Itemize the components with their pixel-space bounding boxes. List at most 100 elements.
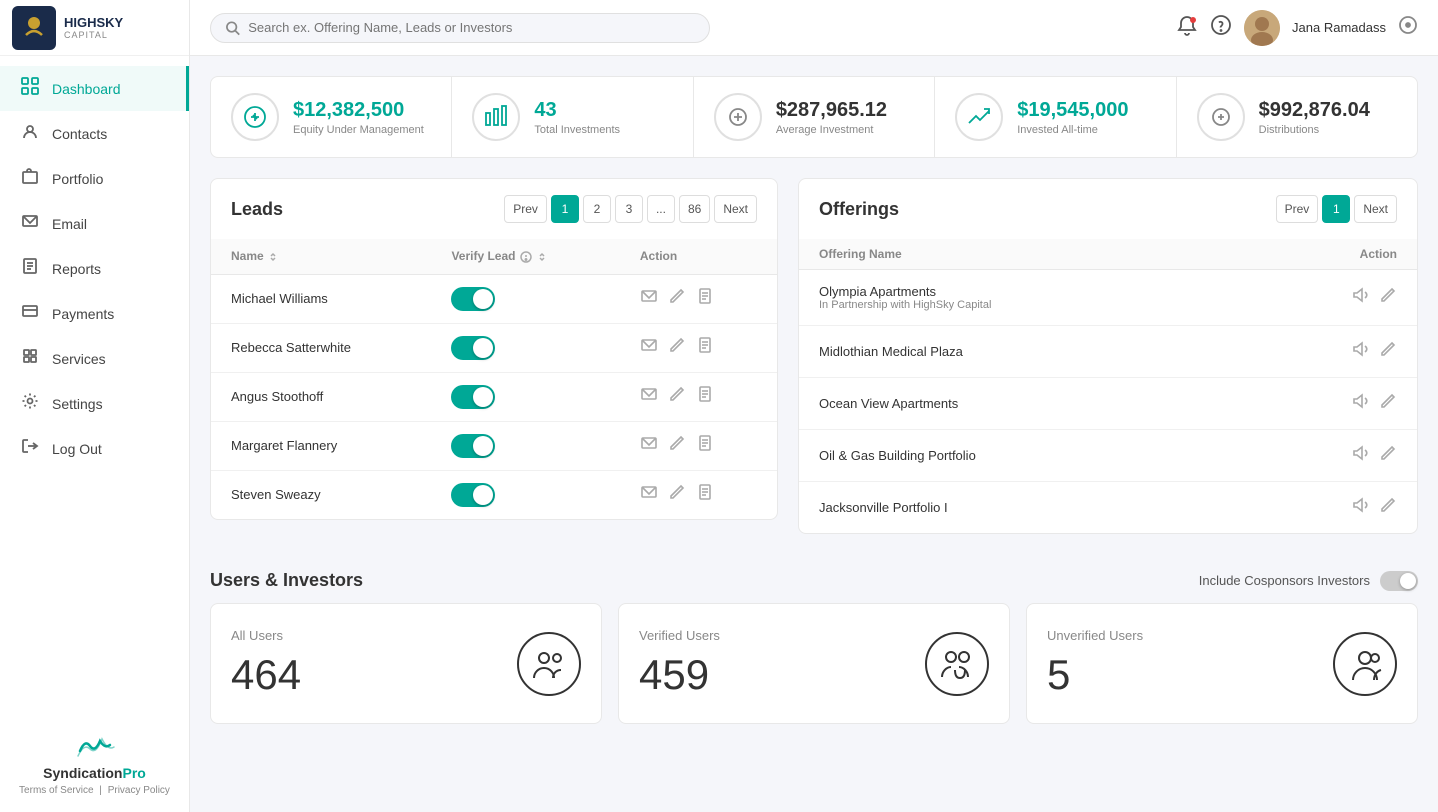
offering-name: Midlothian Medical Plaza [819,344,963,359]
contacts-label: Contacts [52,126,107,142]
stat-average: $287,965.12 Average Investment [694,77,935,157]
sidebar-item-contacts[interactable]: Contacts [0,111,189,156]
users-investors-section: Users & Investors Include Cosponsors Inv… [210,554,1418,724]
megaphone-icon[interactable] [1351,392,1369,415]
terms-link[interactable]: Terms of Service [19,785,93,796]
email-label: Email [52,216,87,232]
edit-action-icon[interactable] [668,336,686,359]
leads-prev-btn[interactable]: Prev [504,195,547,223]
portfolio-icon [20,167,40,190]
megaphone-icon[interactable] [1351,340,1369,363]
edit-offering-icon[interactable] [1379,392,1397,415]
app-sub: capital [64,30,123,40]
leads-page-86[interactable]: 86 [679,195,710,223]
reports-label: Reports [52,261,101,277]
footer-links: Terms of Service | Privacy Policy [16,785,173,796]
document-action-icon[interactable] [696,336,714,359]
megaphone-icon[interactable] [1351,444,1369,467]
offerings-panel: Offerings Prev 1 Next Offering Name Acti… [798,178,1418,534]
user-menu-icon[interactable] [1398,15,1418,40]
search-input[interactable] [248,20,695,35]
average-icon [714,93,762,141]
verify-toggle[interactable] [451,287,495,311]
edit-action-icon[interactable] [668,385,686,408]
sidebar-item-payments[interactable]: Payments [0,291,189,336]
edit-offering-icon[interactable] [1379,496,1397,519]
lead-verify [431,323,619,372]
verify-toggle[interactable] [451,336,495,360]
sidebar-item-email[interactable]: Email [0,201,189,246]
users-header: Users & Investors Include Cosponsors Inv… [210,554,1418,603]
sidebar-item-services[interactable]: Services [0,336,189,381]
verified-users-count: 459 [639,651,720,699]
verify-toggle[interactable] [451,434,495,458]
offerings-list: Olympia Apartments In Partnership with H… [799,270,1417,533]
document-action-icon[interactable] [696,385,714,408]
services-label: Services [52,351,106,367]
offerings-column: Offerings Prev 1 Next Offering Name Acti… [798,178,1418,534]
document-action-icon[interactable] [696,483,714,506]
all-users-label: All Users [231,628,301,643]
sidebar-item-portfolio[interactable]: Portfolio [0,156,189,201]
unverified-users-card: Unverified Users 5 [1026,603,1418,724]
dashboard-icon [20,77,40,100]
edit-offering-icon[interactable] [1379,444,1397,467]
offerings-next-btn[interactable]: Next [1354,195,1397,223]
cosponsors-toggle[interactable] [1380,571,1418,591]
offering-list-item: Olympia Apartments In Partnership with H… [799,270,1417,326]
megaphone-icon[interactable] [1351,286,1369,309]
verify-toggle[interactable] [451,385,495,409]
sidebar-item-reports[interactable]: Reports [0,246,189,291]
sidebar-item-settings[interactable]: Settings [0,381,189,426]
leads-title: Leads [231,199,283,220]
stat-invested: $19,545,000 Invested All-time [935,77,1176,157]
search-bar[interactable] [210,13,710,43]
verified-users-icon [925,632,989,696]
lead-name: Rebecca Satterwhite [211,323,431,372]
leads-next-btn[interactable]: Next [714,195,757,223]
leads-column: Leads Prev 1 2 3 ... 86 Next [210,178,778,534]
leads-page-2[interactable]: 2 [583,195,611,223]
syndication-pro: Pro [123,765,146,781]
offering-sub: In Partnership with HighSky Capital [819,299,991,311]
email-action-icon[interactable] [640,287,658,310]
document-action-icon[interactable] [696,434,714,457]
email-action-icon[interactable] [640,483,658,506]
edit-offering-icon[interactable] [1379,340,1397,363]
offerings-page-1[interactable]: 1 [1322,195,1350,223]
leads-page-1[interactable]: 1 [551,195,579,223]
stat-distributions: $992,876.04 Distributions [1177,77,1417,157]
lead-action [620,470,777,519]
sidebar-item-logout[interactable]: Log Out [0,426,189,471]
col-name: Name [211,239,431,274]
email-action-icon[interactable] [640,336,658,359]
cosponsors-toggle-row: Include Cosponsors Investors [1199,571,1418,591]
email-action-icon[interactable] [640,385,658,408]
email-action-icon[interactable] [640,434,658,457]
stat-investments: 43 Total Investments [452,77,693,157]
unverified-users-count: 5 [1047,651,1143,699]
unverified-users-label: Unverified Users [1047,628,1143,643]
offerings-prev-btn[interactable]: Prev [1276,195,1319,223]
user-name: Jana Ramadass [1292,20,1386,35]
offering-actions [1351,340,1397,363]
verify-toggle[interactable] [451,483,495,507]
logo-icon [12,6,56,50]
megaphone-icon[interactable] [1351,496,1369,519]
leads-table-row: Steven Sweazy [211,470,777,519]
sidebar-item-dashboard[interactable]: Dashboard [0,66,189,111]
edit-action-icon[interactable] [668,287,686,310]
help-icon[interactable] [1210,14,1232,41]
notification-icon[interactable] [1176,14,1198,41]
leads-table-row: Michael Williams [211,274,777,323]
offerings-pagination: Prev 1 Next [1276,195,1397,223]
content-area: $12,382,500 Equity Under Management 43 T… [190,56,1438,812]
edit-offering-icon[interactable] [1379,286,1397,309]
document-action-icon[interactable] [696,287,714,310]
privacy-link[interactable]: Privacy Policy [108,785,170,796]
leads-page-3[interactable]: 3 [615,195,643,223]
equity-icon [231,93,279,141]
edit-action-icon[interactable] [668,434,686,457]
lead-verify [431,470,619,519]
edit-action-icon[interactable] [668,483,686,506]
